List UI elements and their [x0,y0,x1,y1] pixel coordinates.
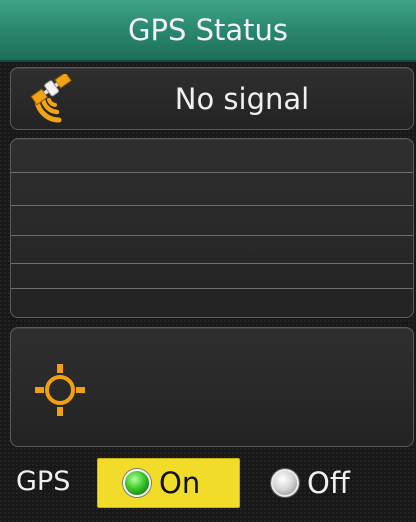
gps-on-label[interactable]: On [159,466,200,500]
locate-panel[interactable] [10,327,414,447]
gps-off-radio[interactable]: Off [265,458,385,508]
list-row-divider [11,288,413,289]
list-row-divider [11,235,413,236]
satellite-dish-icon [30,74,72,123]
title-bar: GPS Status [0,0,416,62]
satellite-list-panel [10,138,414,318]
list-row-divider [11,263,413,264]
gps-label: GPS [16,466,71,497]
signal-panel: No signal [10,67,414,130]
radio-unselected-icon[interactable] [271,469,299,497]
list-row-divider [11,205,413,206]
signal-status-text: No signal [174,81,310,116]
gps-toggle-row: GPS On Off [0,452,416,522]
gps-off-label[interactable]: Off [307,466,350,500]
page-title: GPS Status [128,13,288,47]
crosshair-locate-icon[interactable] [35,362,85,418]
gps-status-screen: GPS Status No signal GPS On Off [0,0,416,522]
gps-on-radio[interactable]: On [97,458,240,508]
list-row-divider [11,172,413,173]
radio-selected-icon[interactable] [123,469,151,497]
